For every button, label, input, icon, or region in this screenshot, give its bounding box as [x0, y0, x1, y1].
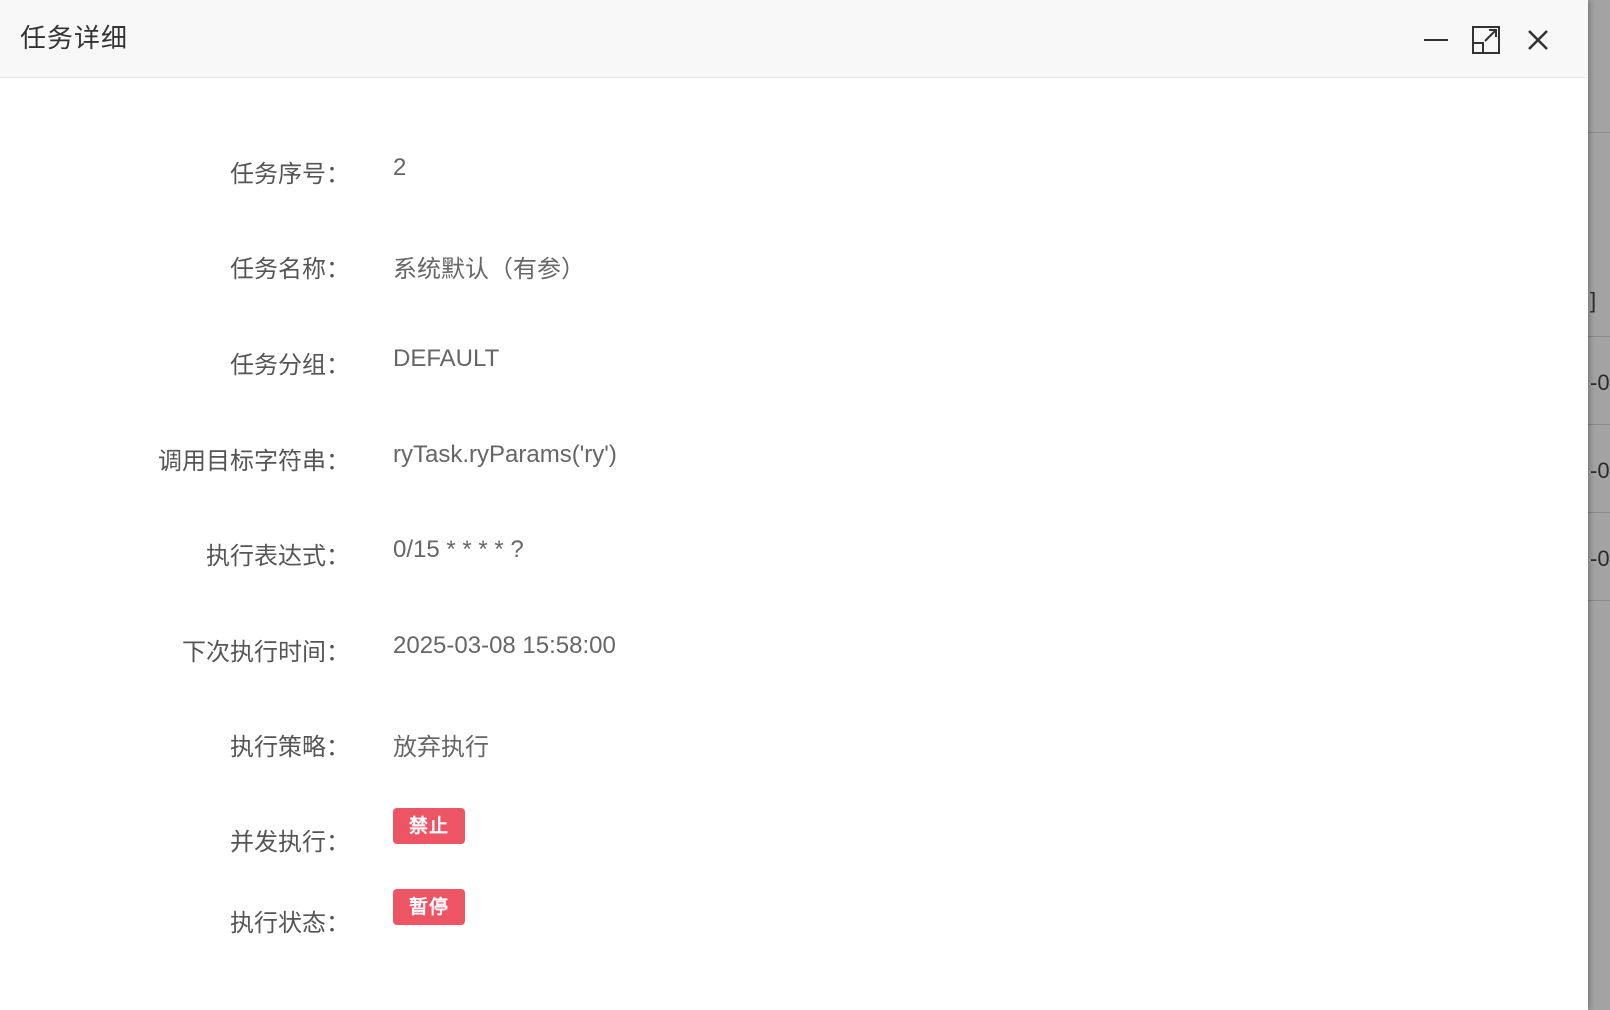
field-row-next-run-time: 下次执行时间： 2025-03-08 15:58:00 — [0, 632, 1588, 672]
field-label: 任务名称： — [230, 255, 350, 283]
field-value: 0/15 * * * * ? — [393, 536, 524, 563]
minimize-button[interactable] — [1416, 20, 1456, 60]
field-label: 任务序号： — [230, 160, 350, 188]
task-detail-dialog: 任务详细 任务序号： 2 任务名称： 系统默认（有参） 任务分组： DEFAUL… — [0, 0, 1588, 1010]
job-status-badge: 暂停 — [393, 889, 466, 925]
maximize-button[interactable] — [1466, 20, 1506, 60]
background-fragment: ] — [1590, 288, 1597, 313]
field-label: 下次执行时间： — [182, 638, 350, 666]
field-label: 执行状态： — [230, 909, 350, 937]
field-label: 执行表达式： — [206, 542, 350, 570]
close-button[interactable] — [1518, 20, 1558, 60]
field-value: 系统默认（有参） — [393, 255, 585, 283]
field-label: 执行策略： — [230, 733, 350, 761]
background-fragment: -0 — [1590, 370, 1610, 395]
field-value: ryTask.ryParams('ry') — [393, 441, 617, 468]
close-icon — [1528, 30, 1548, 50]
field-value: 放弃执行 — [393, 733, 489, 761]
field-label: 并发执行： — [230, 828, 350, 856]
field-row-task-id: 任务序号： 2 — [0, 154, 1588, 194]
field-row-concurrent: 并发执行： 禁止 — [0, 808, 1588, 862]
field-value: DEFAULT — [393, 345, 500, 372]
concurrent-status-badge: 禁止 — [393, 808, 466, 844]
field-value: 2025-03-08 15:58:00 — [393, 632, 616, 659]
field-value: 2 — [393, 154, 407, 181]
field-row-cron-expression: 执行表达式： 0/15 * * * * ? — [0, 536, 1588, 576]
field-label: 调用目标字符串： — [158, 447, 350, 475]
background-table-edge: ] -0 -0 -0 — [1588, 0, 1610, 1010]
field-row-task-name: 任务名称： 系统默认（有参） — [0, 249, 1588, 289]
field-row-invoke-target: 调用目标字符串： ryTask.ryParams('ry') — [0, 441, 1588, 481]
field-row-misfire-policy: 执行策略： 放弃执行 — [0, 727, 1588, 767]
maximize-icon — [1472, 26, 1500, 54]
field-label: 任务分组： — [230, 351, 350, 379]
minimize-icon — [1424, 39, 1448, 41]
dialog-titlebar[interactable]: 任务详细 — [0, 0, 1588, 78]
background-fragment: -0 — [1590, 458, 1610, 483]
field-row-status: 执行状态： 暂停 — [0, 889, 1588, 943]
dialog-title: 任务详细 — [20, 24, 129, 54]
field-row-task-group: 任务分组： DEFAULT — [0, 345, 1588, 385]
dialog-body: 任务序号： 2 任务名称： 系统默认（有参） 任务分组： DEFAULT 调用目… — [0, 78, 1588, 1010]
background-fragment: -0 — [1590, 546, 1610, 571]
